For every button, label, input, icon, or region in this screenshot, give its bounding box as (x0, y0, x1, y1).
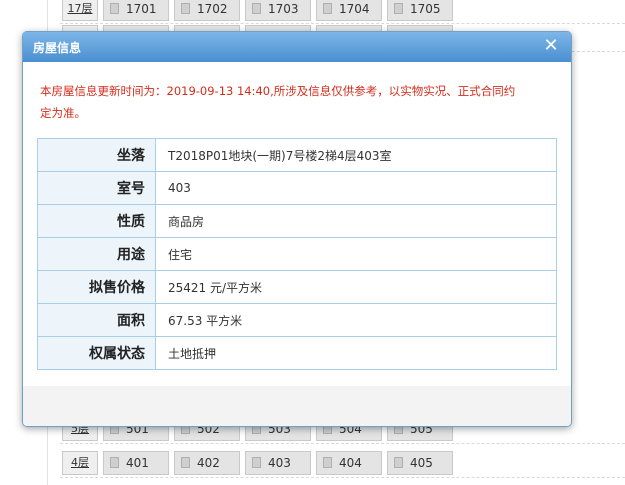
document-icon (323, 3, 332, 14)
house-info-dialog: 房屋信息 ✕ 本房屋信息更新时间为：2019-09-13 14:40,所涉及信息… (22, 31, 572, 427)
table-row: 拟售价格 25421 元/平方米 (37, 270, 557, 304)
row-value-room-number: 403 (155, 171, 557, 205)
update-notice: 本房屋信息更新时间为：2019-09-13 14:40,所涉及信息仅供参考，以实… (40, 80, 558, 124)
unit-button[interactable]: 403 (245, 451, 311, 475)
floor-row: 17层 1701 1702 1703 1704 1705 (0, 0, 625, 24)
table-row: 性质 商品房 (37, 204, 557, 238)
document-icon (252, 457, 261, 468)
unit-button[interactable]: 402 (174, 451, 240, 475)
unit-button[interactable]: 1703 (245, 0, 311, 21)
notice-line-1: 本房屋信息更新时间为：2019-09-13 14:40,所涉及信息仅供参考，以实… (40, 84, 516, 98)
floor-row: 4层 401 402 403 404 405 (0, 448, 625, 478)
document-icon (181, 457, 190, 468)
dialog-footer (23, 386, 571, 426)
unit-button[interactable]: 1702 (174, 0, 240, 21)
unit-button[interactable]: 1704 (316, 0, 382, 21)
row-value-property-type: 商品房 (155, 204, 557, 238)
row-label-price: 拟售价格 (37, 270, 156, 304)
document-icon (394, 3, 403, 14)
row-value-usage: 住宅 (155, 237, 557, 271)
row-label-location: 坐落 (37, 138, 156, 172)
unit-button[interactable]: 404 (316, 451, 382, 475)
document-icon (110, 457, 119, 468)
row-label-usage: 用途 (37, 237, 156, 271)
unit-button[interactable]: 405 (387, 451, 453, 475)
floor-link[interactable]: 17层 (62, 0, 98, 21)
row-value-price: 25421 元/平方米 (155, 270, 557, 304)
document-icon (110, 3, 119, 14)
table-row: 面积 67.53 平方米 (37, 303, 557, 337)
unit-button[interactable]: 1701 (103, 0, 169, 21)
table-row: 权属状态 土地抵押 (37, 336, 557, 370)
row-value-location: T2018P01地块(一期)7号楼2梯4层403室 (155, 138, 557, 172)
dialog-title: 房屋信息 (33, 41, 82, 55)
row-label-ownership-status: 权属状态 (37, 336, 156, 370)
document-icon (323, 457, 332, 468)
dialog-header: 房屋信息 ✕ (23, 32, 571, 62)
document-icon (181, 3, 190, 14)
table-row: 室号 403 (37, 171, 557, 205)
table-row: 坐落 T2018P01地块(一期)7号楼2梯4层403室 (37, 138, 557, 172)
row-value-area: 67.53 平方米 (155, 303, 557, 337)
unit-button[interactable]: 1705 (387, 0, 453, 21)
notice-line-2: 定为准。 (40, 106, 86, 120)
close-icon[interactable]: ✕ (541, 35, 561, 57)
document-icon (394, 457, 403, 468)
house-info-table: 坐落 T2018P01地块(一期)7号楼2梯4层403室 室号 403 性质 商… (37, 138, 557, 370)
unit-button[interactable]: 401 (103, 451, 169, 475)
row-label-area: 面积 (37, 303, 156, 337)
document-icon (252, 3, 261, 14)
row-label-room-number: 室号 (37, 171, 156, 205)
row-value-ownership-status: 土地抵押 (155, 336, 557, 370)
floor-link[interactable]: 4层 (62, 451, 98, 475)
table-row: 用途 住宅 (37, 237, 557, 271)
row-label-property-type: 性质 (37, 204, 156, 238)
